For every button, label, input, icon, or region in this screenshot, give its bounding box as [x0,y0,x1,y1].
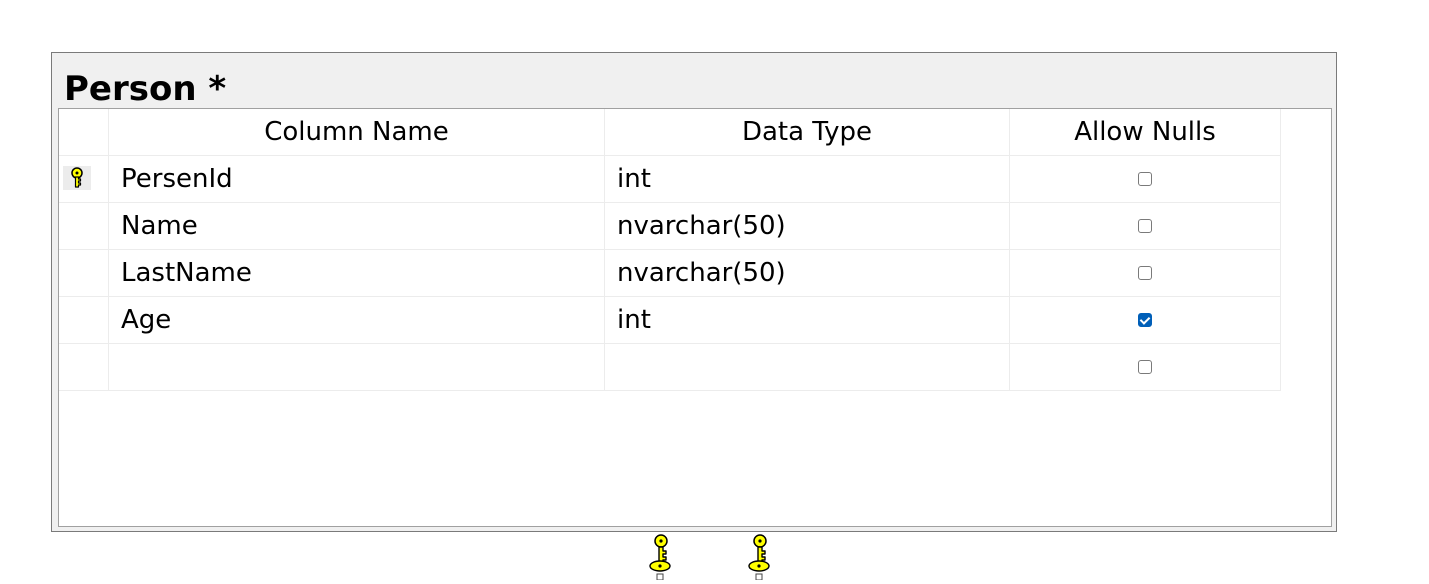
data-type-cell[interactable]: int [605,297,1010,343]
table-row[interactable]: Name nvarchar(50) [59,203,1281,250]
allow-nulls-checkbox[interactable] [1138,219,1152,233]
data-type-cell[interactable]: nvarchar(50) [605,203,1010,249]
column-name-cell[interactable]: Name [109,203,605,249]
grid-header-row: Column Name Data Type Allow Nulls [59,109,1281,156]
column-name-cell[interactable]: Age [109,297,605,343]
allow-nulls-cell [1010,250,1281,296]
allow-nulls-cell [1010,344,1281,390]
row-selector[interactable] [59,156,109,202]
row-selector[interactable] [59,297,109,343]
allow-nulls-checkbox[interactable] [1138,266,1152,280]
primary-key-icon [63,166,91,190]
table-row[interactable]: Age int [59,297,1281,344]
table-title: Person * [64,69,227,109]
allow-nulls-checkbox-checked[interactable] [1138,313,1152,327]
table-row[interactable]: PersenId int [59,156,1281,203]
relationship-key-icon[interactable] [747,533,773,584]
data-type-cell[interactable]: nvarchar(50) [605,250,1010,296]
data-type-cell[interactable]: int [605,156,1010,202]
allow-nulls-cell [1010,156,1281,202]
data-type-header: Data Type [605,109,1010,155]
allow-nulls-cell [1010,297,1281,343]
allow-nulls-checkbox[interactable] [1138,172,1152,186]
row-selector-header [59,109,109,155]
column-name-header: Column Name [109,109,605,155]
data-type-cell[interactable] [605,344,1010,390]
column-name-cell[interactable] [109,344,605,390]
column-name-cell[interactable]: PersenId [109,156,605,202]
allow-nulls-cell [1010,203,1281,249]
table-designer-window[interactable]: Person * Column Name Data Type Allow Nul… [51,52,1337,532]
row-selector[interactable] [59,203,109,249]
relationship-key-icon[interactable] [648,533,674,584]
table-row[interactable]: LastName nvarchar(50) [59,250,1281,297]
allow-nulls-header: Allow Nulls [1010,109,1281,155]
column-name-cell[interactable]: LastName [109,250,605,296]
row-selector[interactable] [59,344,109,390]
column-grid[interactable]: Column Name Data Type Allow Nulls Persen… [58,108,1332,527]
table-row-new[interactable] [59,344,1281,391]
row-selector[interactable] [59,250,109,296]
allow-nulls-checkbox[interactable] [1138,360,1152,374]
